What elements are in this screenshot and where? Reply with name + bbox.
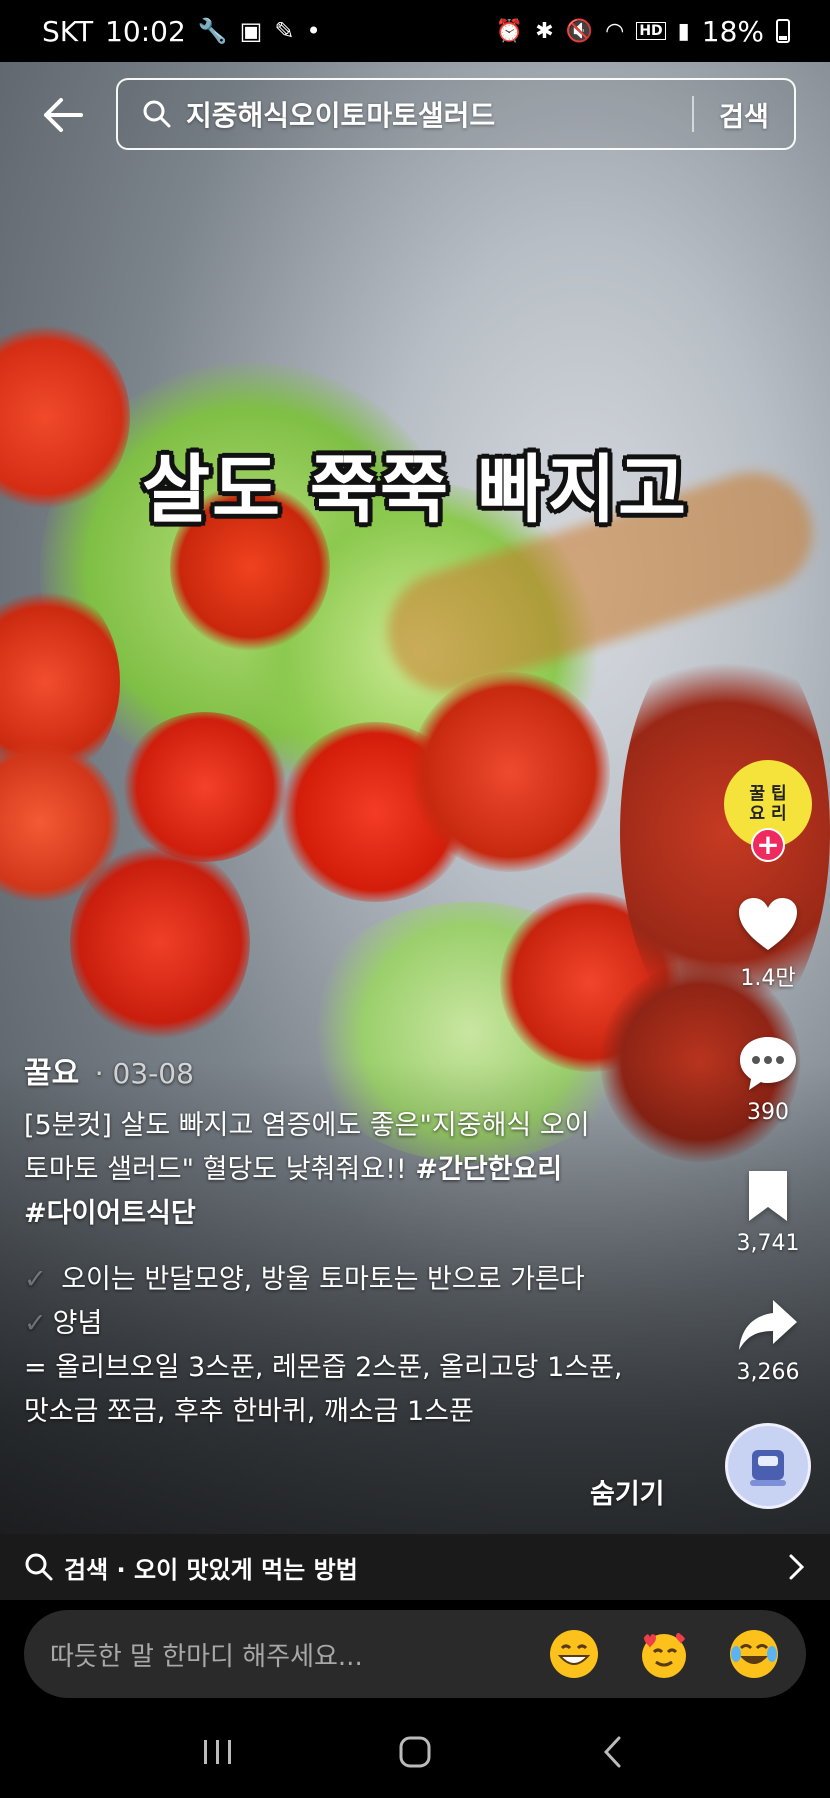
save-count: 3,741: [736, 1231, 800, 1256]
wifi-icon: ◠: [605, 18, 625, 44]
home-icon: [399, 1736, 431, 1768]
action-column: 꿀 팁 요 리 + 1.4만 390 3,741 3,266: [720, 760, 816, 1509]
recipe-step: 맛소금 쪼금, 후추 한바퀴, 깨소금 1스푼: [24, 1396, 474, 1427]
post-date: · 03-08: [94, 1057, 194, 1090]
recipe-step-text: 양념: [52, 1308, 103, 1339]
app-notification-icon: ✎: [274, 17, 295, 45]
recent-apps-button[interactable]: [188, 1722, 248, 1782]
hashtag-link[interactable]: #다이어트식단: [24, 1198, 196, 1229]
recipe-step-text: 오이는 반달모양, 방울 토마토는 반으로 가른다: [61, 1264, 585, 1295]
comment-input-bar[interactable]: 따듯한 말 한마디 해주세요...: [24, 1610, 806, 1698]
comment-input[interactable]: 따듯한 말 한마디 해주세요...: [50, 1636, 510, 1673]
more-dot-icon: •: [306, 17, 321, 45]
mute-icon: 🔇: [565, 18, 594, 44]
description-text: 토마토 샐러드" 혈당도 낮춰줘요!!: [24, 1154, 416, 1185]
creator-avatar-text: 꿀 팁 요 리: [749, 784, 787, 824]
chevron-right-icon: [789, 1554, 805, 1580]
video-caption-overlay: 살도 쭉쭉 빠지고: [141, 447, 689, 533]
description-line: #다이어트식단: [24, 1192, 664, 1236]
top-bar: 지중해식오이토마토샐러드 검색: [0, 78, 830, 152]
signal-icon: ▮: [677, 18, 690, 44]
battery-percent: 18%: [701, 14, 764, 48]
battery-icon: [776, 19, 790, 43]
recipe-step: ✓ 오이는 반달모양, 방울 토마토는 반으로 가른다: [24, 1258, 664, 1302]
like-count: 1.4만: [740, 966, 796, 991]
music-disc[interactable]: [725, 1423, 811, 1509]
salad-tomato: [120, 712, 290, 862]
share-count: 3,266: [736, 1360, 800, 1385]
bluetooth-icon: ✱: [535, 18, 554, 44]
hide-description-button[interactable]: 숨기기: [590, 1472, 665, 1511]
bookmark-icon: [748, 1171, 787, 1221]
recipe-step: ✓ 양념: [24, 1302, 664, 1346]
back-arrow-icon: [44, 98, 83, 132]
wrench-icon: 🔧: [197, 17, 228, 45]
hd-voice-icon: HD: [636, 22, 666, 40]
share-button[interactable]: 3,266: [736, 1298, 800, 1385]
author-name[interactable]: 꿀요: [24, 1056, 79, 1091]
system-nav-bar: [0, 1706, 830, 1798]
status-left: SKT 10:02 🔧 ▣ ✎ •: [42, 15, 321, 48]
salad-tomato: [70, 842, 250, 1042]
search-icon: [25, 1553, 53, 1581]
nav-back-button[interactable]: [582, 1722, 642, 1782]
comment-button[interactable]: 390: [737, 1034, 799, 1125]
share-arrow-icon: [738, 1300, 797, 1350]
description-line: [5분컷] 살도 빠지고 염증에도 좋은"지중해식 오이: [24, 1110, 590, 1141]
save-button[interactable]: 3,741: [736, 1167, 800, 1256]
alarm-icon: ⏰: [495, 18, 524, 44]
follow-button[interactable]: +: [751, 828, 785, 862]
search-query[interactable]: 지중해식오이토마토샐러드: [186, 94, 692, 134]
heart-icon: [739, 898, 797, 950]
like-button[interactable]: 1.4만: [737, 896, 799, 992]
creator-avatar[interactable]: 꿀 팁 요 리 +: [724, 760, 812, 862]
check-icon: ✓: [24, 1308, 47, 1339]
post-description: 꿀요 · 03-08 [5분컷] 살도 빠지고 염증에도 좋은"지중해식 오이 …: [24, 1052, 664, 1434]
back-button[interactable]: [38, 90, 88, 140]
status-right: ⏰ ✱ 🔇 ◠ HD ▮ 18%: [496, 15, 790, 48]
search-button[interactable]: 검색: [694, 95, 794, 134]
smiling-hearts-emoji-icon[interactable]: [638, 1628, 690, 1680]
author-line: 꿀요 · 03-08: [24, 1052, 664, 1096]
hashtag-link[interactable]: #간단한요리: [415, 1154, 562, 1185]
salad-tomato: [410, 672, 610, 872]
comment-icon: [740, 1037, 796, 1090]
carrier-label: SKT: [42, 14, 94, 48]
search-suggestion-bar[interactable]: 검색 · 오이 맛있게 먹는 방법: [0, 1534, 830, 1600]
search-bar[interactable]: 지중해식오이토마토샐러드 검색: [116, 78, 796, 150]
clock: 10:02: [105, 14, 186, 48]
chevron-left-icon: [603, 1736, 621, 1768]
laughing-tears-emoji-icon[interactable]: [728, 1628, 780, 1680]
check-icon: ✓: [24, 1264, 47, 1295]
search-suggestion-label: 검색 · 오이 맛있게 먹는 방법: [64, 1555, 358, 1584]
music-disc-icon: [750, 1450, 786, 1486]
recent-apps-icon: [204, 1740, 232, 1764]
comment-count: 390: [747, 1100, 789, 1125]
grinning-emoji-icon[interactable]: [548, 1628, 600, 1680]
description-line: 토마토 샐러드" 혈당도 낮춰줘요!! #간단한요리: [24, 1148, 664, 1192]
recipe-step: = 올리브오일 3스푼, 레몬즙 2스푼, 올리고당 1스푼,: [24, 1352, 623, 1383]
notification-icon: ▣: [239, 17, 263, 45]
search-icon: [143, 100, 171, 128]
home-button[interactable]: [385, 1722, 445, 1782]
status-bar: SKT 10:02 🔧 ▣ ✎ • ⏰ ✱ 🔇 ◠ HD ▮ 18%: [0, 0, 830, 62]
